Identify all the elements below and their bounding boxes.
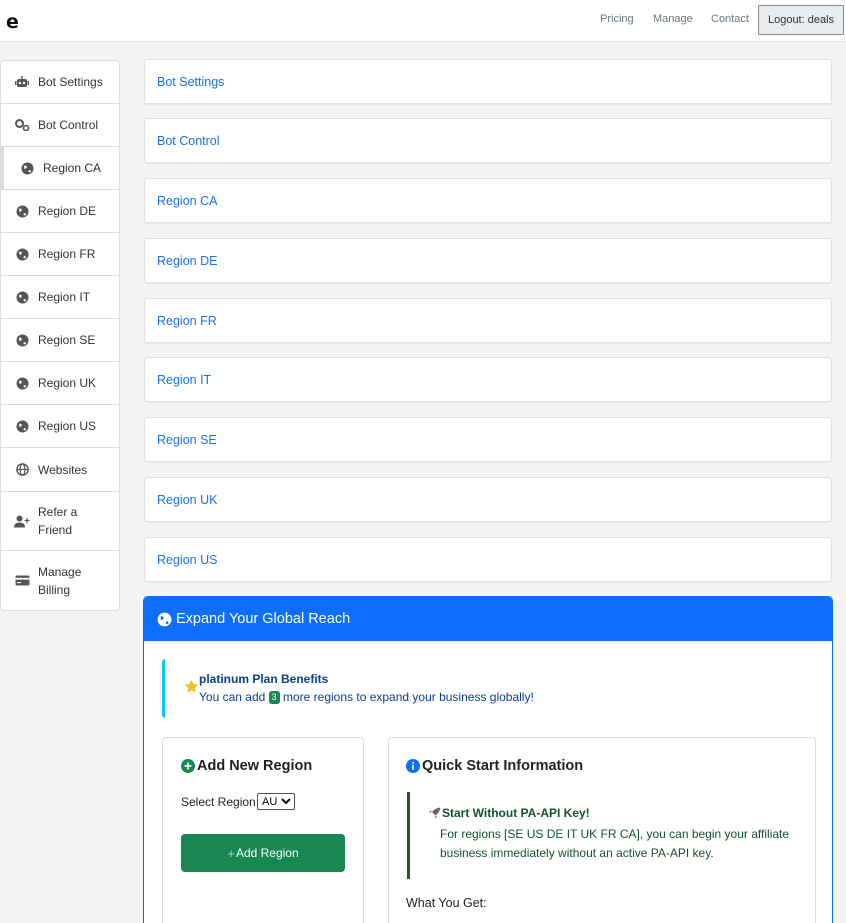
expand-reach-title: Expand Your Global Reach: [176, 611, 351, 627]
expand-reach-panel: Expand Your Global Reach platinum Plan B…: [143, 596, 833, 923]
sidebar-nav: Bot Settings Bot Control Region CA Regio…: [0, 60, 120, 611]
world-grid-icon: [13, 463, 31, 476]
sidebar-item-bot-control[interactable]: Bot Control: [1, 104, 119, 147]
accordion-bot-control[interactable]: Bot Control: [144, 118, 832, 163]
accordion-bot-settings[interactable]: Bot Settings: [144, 59, 832, 104]
accordion-region-it[interactable]: Region IT: [144, 357, 832, 402]
sidebar-item-label: Region FR: [38, 247, 96, 261]
sidebar-item-label: Region US: [38, 419, 97, 433]
globe-icon: [13, 420, 31, 433]
plus-circle-icon: [181, 759, 195, 773]
globe-icon: [13, 248, 31, 261]
pa-api-note: Start Without PA-API Key! For regions [S…: [407, 792, 797, 879]
top-navbar: e Pricing Manage Contact Logout: deals: [0, 0, 846, 42]
benefit-text-pre: You can add: [199, 690, 266, 704]
plan-benefits-title: platinum Plan Benefits: [199, 672, 329, 686]
sidebar-item-region-it[interactable]: Region IT: [1, 276, 119, 319]
plan-benefits-text: You can add 3 more regions to expand you…: [199, 690, 534, 704]
sidebar-item-label: Websites: [38, 462, 88, 477]
select-region-label: Select Region: [181, 795, 256, 809]
info-circle-icon: [406, 759, 420, 773]
sidebar-item-manage-billing[interactable]: Manage Billing: [1, 551, 119, 610]
credit-card-icon: [13, 575, 31, 586]
sidebar-item-label: Region SE: [38, 333, 96, 347]
sidebar-item-label: Region IT: [38, 290, 91, 304]
benefit-text-post: more regions to expand your business glo…: [283, 690, 534, 704]
globe-icon: [157, 612, 172, 627]
accordion-title[interactable]: Region US: [157, 553, 217, 567]
accordion-title[interactable]: Region FR: [157, 314, 217, 328]
what-you-get-label: What You Get:: [406, 896, 487, 910]
star-icon: [185, 680, 198, 696]
sidebar-item-region-uk[interactable]: Region UK: [1, 362, 119, 405]
gears-icon: [13, 119, 31, 131]
add-region-title: Add New Region: [197, 758, 313, 774]
robot-icon: [13, 76, 31, 88]
logout-button[interactable]: Logout: deals: [758, 5, 844, 35]
expand-reach-header: Expand Your Global Reach: [144, 597, 832, 641]
globe-icon: [13, 377, 31, 390]
sidebar-item-refer-a-friend[interactable]: Refer a Friend: [1, 492, 119, 551]
globe-icon: [13, 291, 31, 304]
sidebar-item-label: Manage Billing: [38, 564, 82, 597]
regions-count-badge: 3: [268, 691, 280, 704]
quick-start-heading: Quick Start Information: [406, 758, 583, 774]
brand-logo[interactable]: e: [6, 11, 19, 33]
nav-link-pricing[interactable]: Pricing: [600, 13, 634, 25]
accordion-title[interactable]: Region UK: [157, 493, 217, 507]
add-region-button[interactable]: + Add Region: [181, 834, 345, 872]
quick-start-title: Quick Start Information: [422, 758, 584, 774]
accordion-region-se[interactable]: Region SE: [144, 417, 832, 462]
accordion-region-uk[interactable]: Region UK: [144, 477, 832, 522]
pa-api-note-heading: Start Without PA-API Key!: [442, 806, 590, 820]
add-region-button-label: Add Region: [235, 846, 299, 860]
sidebar-item-region-se[interactable]: Region SE: [1, 319, 119, 362]
sidebar-item-label: Bot Settings: [38, 75, 103, 89]
accordion-region-ca[interactable]: Region CA: [144, 178, 832, 223]
rocket-icon: [428, 807, 441, 819]
accordion-region-us[interactable]: Region US: [144, 537, 832, 582]
user-plus-icon: [13, 515, 31, 528]
add-region-card: Add New Region Select Region AU + Add Re…: [162, 737, 364, 923]
sidebar-item-region-fr[interactable]: Region FR: [1, 233, 119, 276]
sidebar-item-label: Region UK: [38, 376, 97, 390]
accordion-title[interactable]: Region IT: [157, 373, 211, 387]
sidebar-item-label: Region CA: [43, 161, 102, 175]
accordion-title[interactable]: Region SE: [157, 433, 217, 447]
accordion-title[interactable]: Region CA: [157, 194, 217, 208]
sidebar-item-region-ca[interactable]: Region CA: [1, 147, 119, 190]
plan-benefits-alert: platinum Plan Benefits You can add 3 mor…: [162, 659, 814, 718]
accordion-title[interactable]: Bot Control: [157, 134, 220, 148]
accordion-title[interactable]: Bot Settings: [157, 75, 224, 89]
sidebar-item-label: Refer a Friend: [38, 505, 78, 537]
plus-icon: +: [227, 845, 235, 861]
nav-link-manage[interactable]: Manage: [653, 13, 693, 25]
sidebar-item-bot-settings[interactable]: Bot Settings: [1, 61, 119, 104]
accordion-region-fr[interactable]: Region FR: [144, 298, 832, 343]
sidebar-item-websites[interactable]: Websites: [1, 448, 119, 492]
sidebar-item-label: Bot Control: [38, 118, 99, 132]
sidebar-item-region-us[interactable]: Region US: [1, 405, 119, 448]
pa-api-note-title: Start Without PA-API Key!: [428, 806, 590, 820]
sidebar-item-label: Region DE: [38, 204, 97, 218]
quick-start-card: Quick Start Information Start Without PA…: [388, 737, 816, 923]
add-region-heading: Add New Region: [181, 758, 312, 774]
accordion-title[interactable]: Region DE: [157, 254, 217, 268]
nav-link-contact[interactable]: Contact: [711, 13, 749, 25]
pa-api-note-text: For regions [SE US DE IT UK FR CA], you …: [440, 827, 790, 860]
accordion-region-de[interactable]: Region DE: [144, 238, 832, 283]
region-select[interactable]: AU: [257, 793, 295, 810]
globe-icon: [18, 162, 36, 175]
sidebar-item-region-de[interactable]: Region DE: [1, 190, 119, 233]
globe-icon: [13, 334, 31, 347]
globe-icon: [13, 205, 31, 218]
